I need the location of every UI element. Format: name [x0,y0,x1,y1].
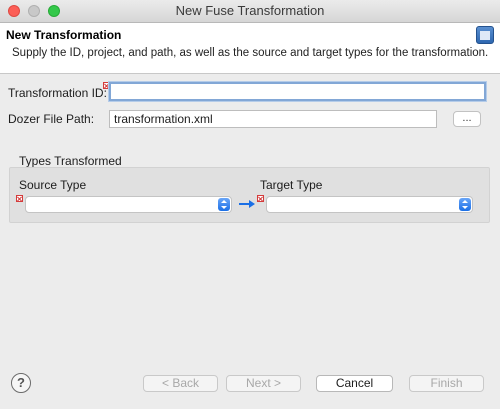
select-stepper-icon [218,198,230,211]
next-button[interactable]: Next > [226,375,301,392]
back-button[interactable]: < Back [143,375,218,392]
right-arrow-icon [239,200,255,208]
help-button[interactable]: ? [11,373,31,393]
window-title: New Fuse Transformation [175,3,325,18]
error-marker-icon [257,195,264,202]
error-marker-icon [16,195,23,202]
target-type-select[interactable] [266,196,473,213]
wizard-banner-icon [476,26,494,44]
page-title: New Transformation [6,28,122,42]
transformation-id-label: Transformation ID: [8,86,107,100]
target-type-label: Target Type [260,178,323,192]
source-type-label: Source Type [19,178,87,192]
title-bar: New Fuse Transformation [0,0,500,23]
page-description: Supply the ID, project, and path, as wel… [12,47,489,59]
cancel-button[interactable]: Cancel [316,375,393,392]
transformation-id-field[interactable] [109,82,486,101]
finish-button[interactable]: Finish [409,375,484,392]
wizard-header: New Transformation Supply the ID, projec… [0,23,500,74]
types-group [9,167,490,223]
source-type-select[interactable] [25,196,232,213]
types-group-title: Types Transformed [19,154,122,168]
browse-button[interactable]: ... [453,111,481,127]
dozer-file-path-field[interactable]: transformation.xml [109,110,437,128]
dialog-window: New Fuse Transformation New Transformati… [0,0,500,409]
dozer-file-path-label: Dozer File Path: [8,112,95,126]
select-stepper-icon [459,198,471,211]
